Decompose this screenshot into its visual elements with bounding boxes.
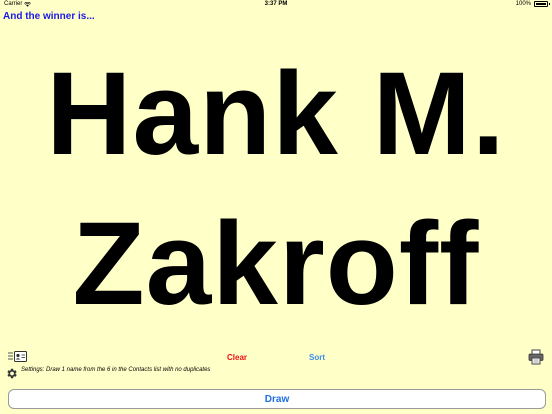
status-bar: Carrier 3:37 PM 100% xyxy=(0,0,552,10)
winner-name-display: Hank M. Zakroff xyxy=(0,36,552,342)
status-time: 3:37 PM xyxy=(264,1,288,7)
printer-icon xyxy=(528,349,544,365)
battery-fill xyxy=(536,3,546,5)
winner-heading: And the winner is... xyxy=(3,11,95,22)
battery-percent: 100% xyxy=(515,1,531,7)
contacts-list-icon xyxy=(8,351,27,362)
clear-button[interactable]: Clear xyxy=(227,353,247,362)
print-button[interactable] xyxy=(528,349,544,365)
winner-name-line-2: Zakroff xyxy=(72,198,480,330)
battery-icon xyxy=(534,1,550,7)
winner-name-line-1: Hank M. xyxy=(46,48,506,180)
settings-summary: Settings: Draw 1 name from the 6 in the … xyxy=(21,367,211,373)
battery-indicator: 100% xyxy=(515,1,550,7)
sort-button[interactable]: Sort xyxy=(309,353,325,362)
gear-icon xyxy=(7,368,17,379)
draw-button[interactable]: Draw xyxy=(8,389,546,409)
settings-button[interactable] xyxy=(5,367,18,380)
contacts-list-button[interactable] xyxy=(8,350,28,364)
settings-row: Settings: Draw 1 name from the 6 in the … xyxy=(0,364,552,382)
